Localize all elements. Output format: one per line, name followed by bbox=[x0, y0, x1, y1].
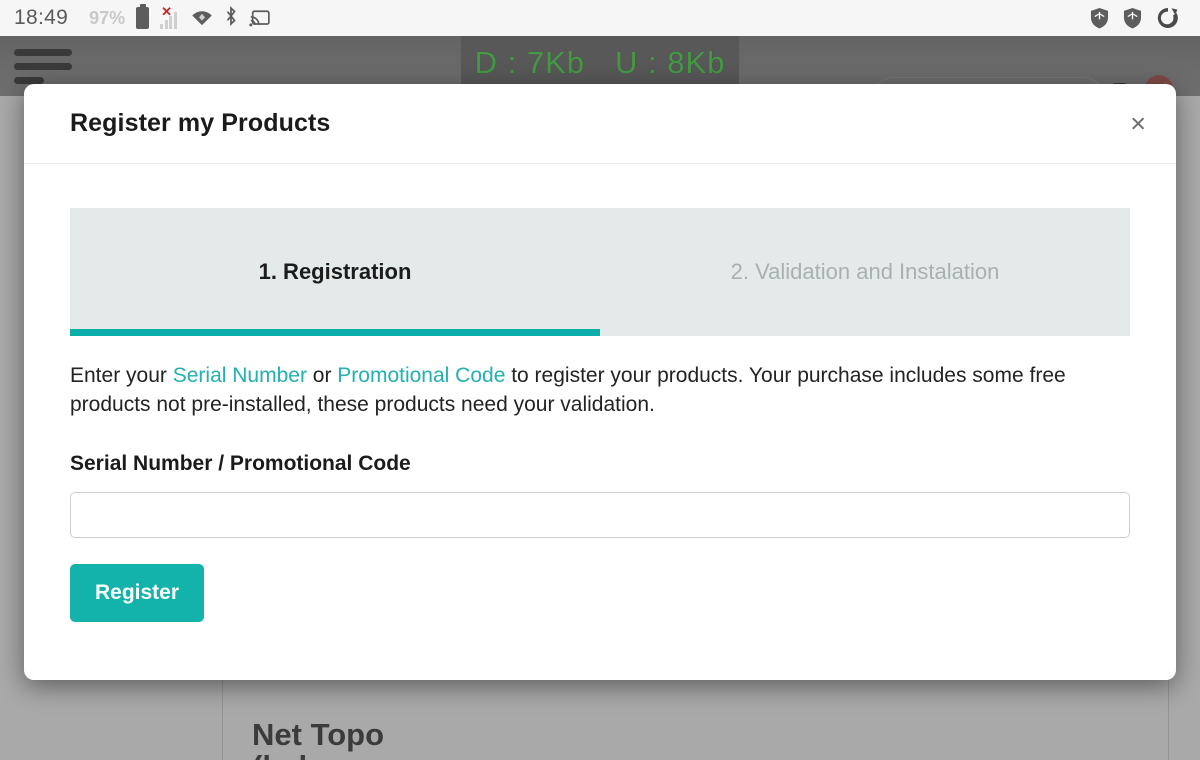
modal-header: Register my Products × bbox=[24, 84, 1176, 164]
battery-icon bbox=[136, 4, 150, 29]
bluetooth-icon bbox=[224, 5, 238, 31]
tab-validation-and-instalation[interactable]: 2. Validation and Instalation bbox=[600, 259, 1130, 285]
close-icon[interactable]: × bbox=[1130, 110, 1146, 137]
serial-number-input[interactable] bbox=[70, 491, 1130, 538]
intro-text: Enter your Serial Number or Promotional … bbox=[70, 362, 1100, 420]
cast-icon bbox=[249, 9, 270, 27]
android-status-bar: 18:49 97% ✕ bbox=[0, 0, 1200, 36]
shield-icon bbox=[1123, 7, 1142, 29]
register-button[interactable]: Register bbox=[70, 563, 205, 622]
status-bar-right-group bbox=[1090, 6, 1186, 30]
battery-percent-label: 97% bbox=[89, 7, 126, 28]
status-bar-left-group: 18:49 97% ✕ bbox=[14, 4, 270, 31]
intro-part-2: or bbox=[306, 364, 338, 387]
page-title: Register my Products bbox=[70, 109, 331, 137]
app-screen: 18:49 97% ✕ Register my Products × 1. Re… bbox=[0, 0, 1200, 760]
register-products-modal: Register my Products × 1. Registration 2… bbox=[24, 84, 1176, 680]
modal-body: 1. Registration 2. Validation and Instal… bbox=[24, 164, 1176, 622]
firefox-icon bbox=[1156, 6, 1180, 30]
wifi-icon bbox=[191, 10, 213, 26]
active-tab-underline bbox=[70, 329, 600, 336]
intro-part-1: Enter your bbox=[70, 364, 173, 387]
tab-registration[interactable]: 1. Registration bbox=[70, 259, 600, 285]
status-bar-clock: 18:49 bbox=[14, 6, 69, 29]
serial-number-link[interactable]: Serial Number bbox=[173, 364, 307, 387]
serial-field-label: Serial Number / Promotional Code bbox=[70, 451, 411, 475]
step-tabs: 1. Registration 2. Validation and Instal… bbox=[70, 208, 1130, 336]
promotional-code-link[interactable]: Promotional Code bbox=[337, 364, 505, 387]
signal-off-icon: ✕ bbox=[160, 5, 180, 29]
shield-icon bbox=[1090, 7, 1109, 29]
